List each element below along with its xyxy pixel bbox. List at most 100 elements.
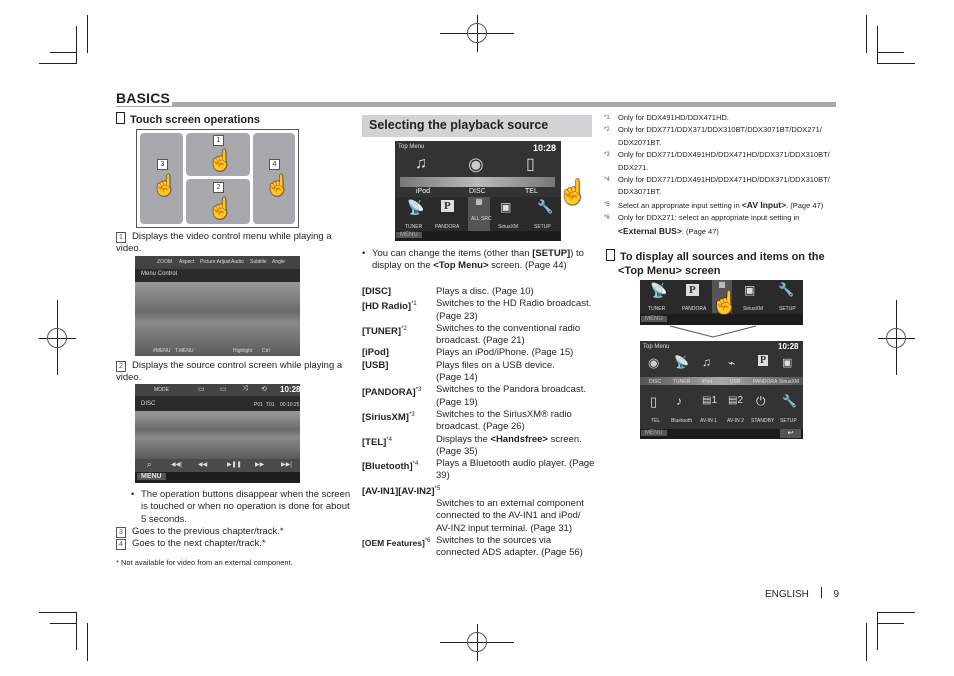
definition-bluetooth: [Bluetooth]*4 Plays a Bluetooth audio pla… — [362, 458, 595, 482]
siriusxm-icon[interactable]: ▣ — [744, 283, 755, 297]
setup-icon[interactable]: 🔧 — [782, 394, 797, 408]
crop-mark — [877, 612, 915, 613]
crop-mark — [877, 63, 915, 64]
playback-note: • You can change the items (other than [S… — [362, 248, 584, 272]
rewind-icon[interactable]: ◀◀ — [198, 461, 207, 468]
all-sources-icon[interactable]: ▦ — [468, 197, 490, 231]
footnote: *1 Only for DDX491HD/DDX471HD. — [604, 113, 729, 122]
crop-mark — [39, 612, 77, 613]
hand-pointer-icon: ☝ — [711, 290, 739, 315]
tuner-icon[interactable]: 📡 — [674, 355, 689, 369]
source-definitions: [DISC] Plays a disc. (Page 10) [HD Radio]… — [362, 286, 597, 560]
touch-zone-1[interactable]: 1 ☝ — [186, 133, 250, 176]
heading-bullet-icon — [116, 112, 125, 124]
touch-item-3: 3 Goes to the previous chapter/track.* — [116, 526, 346, 538]
ipod-source-icon[interactable]: ♫ — [415, 155, 427, 173]
previous-track-icon[interactable]: ◀◀| — [171, 461, 182, 468]
bluetooth-icon[interactable]: ♪ — [676, 394, 682, 408]
touch-zone-4[interactable]: 4 ☝ — [253, 133, 295, 224]
down-arrow-icon — [669, 325, 757, 338]
footnote: *3 Only for DDX771/DDX491HD/DDX471HD/DDX3… — [604, 150, 830, 172]
crop-mark — [76, 26, 77, 64]
fast-forward-icon[interactable]: ▶▶ — [255, 461, 264, 468]
setup-icon[interactable]: 🔧 — [537, 199, 553, 215]
tel-icon[interactable]: ▯ — [650, 394, 657, 410]
model-footnotes: *1 Only for DDX491HD/DDX471HD. *2 Only for… — [604, 112, 836, 238]
definition-tel: [TEL]*4 Displays the <Handsfree> screen. … — [362, 433, 582, 457]
heading-bullet-icon — [606, 249, 615, 261]
next-track-icon[interactable]: ▶▶| — [281, 461, 292, 468]
menu-button[interactable]: MENU — [137, 473, 166, 480]
page-number: 9 — [833, 589, 840, 600]
crop-mark — [87, 623, 88, 661]
return-arrow-icon[interactable]: ↩ — [780, 429, 801, 438]
crop-mark — [50, 623, 77, 624]
touch-item-2: 2 Displays the source control screen whil… — [116, 360, 343, 384]
ipod-icon[interactable]: ♫ — [702, 355, 711, 369]
usb-icon[interactable]: ⌁ — [728, 356, 735, 370]
siriusxm-icon[interactable]: ▣ — [782, 356, 792, 369]
page-footer: ENGLISH 9 — [765, 587, 839, 600]
pandora-icon[interactable]: P — [441, 200, 454, 212]
top-menu-screenshot: Top Menu 10:28 ♫ ◉ ▯ iPod DISC TEL 📡 P ▦… — [395, 141, 561, 241]
tuner-icon[interactable]: 📡 — [407, 199, 424, 216]
all-sources-heading: To display all sources and items on the … — [606, 249, 848, 278]
footnote: *6 Only for DDX271: select an appropriate… — [604, 213, 800, 236]
source-control-screenshot: MODE ▭ ▭ ⤨ ⟲ 10:28 DISC P01 T01 00:10:25… — [135, 384, 300, 483]
siriusxm-icon[interactable]: ▣ — [500, 200, 511, 214]
playback-heading: Selecting the playback source — [369, 118, 549, 132]
touch-zone-2[interactable]: 2 ☝ — [186, 179, 250, 224]
footnote: *4 Only for DDX771/DDX491HD/DDX471HD/DDX3… — [604, 175, 830, 197]
section-title: BASICS — [116, 90, 173, 106]
crop-mark — [50, 52, 77, 53]
touch-zones-diagram: 3 ☝ 1 ☝ 2 ☝ 4 ☝ — [136, 129, 299, 228]
crop-mark — [866, 15, 867, 53]
definition-siriusxm: [SiriusXM]*3 Switches to the SiriusXM® ra… — [362, 408, 572, 433]
av-in-2-icon[interactable]: ▤2 — [728, 395, 743, 406]
hand-pointer-icon: ☝ — [152, 175, 177, 197]
menu-button[interactable]: MENU — [641, 316, 667, 322]
touch-note: • The operation buttons disappear when th… — [131, 489, 351, 525]
play-pause-icon[interactable]: ▶❚❚ — [227, 461, 242, 468]
pandora-icon[interactable]: P — [758, 355, 769, 366]
definition-tuner: [TUNER]*2 Switches to the conventional ra… — [362, 322, 581, 347]
crop-mark — [39, 63, 77, 64]
definition-av-in: [AV-IN1][AV-IN2]*5 Switches to an extern… — [362, 485, 584, 534]
footnote: *2 Only for DDX771/DDX371/DDX310BT/DDX307… — [604, 125, 822, 147]
hand-pointer-icon: ☝ — [265, 175, 290, 197]
definition-ipod: [iPod] Plays an iPod/iPhone. (Page 15) — [362, 347, 574, 359]
touch-heading: Touch screen operations — [116, 112, 260, 127]
definition-pandora: [PANDORA]*3 Switches to the Pandora broad… — [362, 384, 586, 408]
crop-mark — [877, 52, 904, 53]
crop-mark — [877, 26, 878, 64]
section-rule — [116, 102, 836, 107]
repeat-icon: ⟲ — [261, 386, 267, 393]
footnote: *5 Select an appropriate input setting in… — [604, 199, 824, 210]
disc-source-icon[interactable]: ◉ — [468, 154, 484, 175]
footer-language: ENGLISH — [765, 589, 809, 600]
folder-up-icon: ▭ — [220, 386, 227, 393]
touch-item-4: 4 Goes to the next chapter/track.* — [116, 538, 346, 550]
av-in-1-icon[interactable]: ▤1 — [702, 395, 717, 406]
tel-source-icon[interactable]: ▯ — [526, 154, 535, 174]
setup-icon[interactable]: 🔧 — [778, 282, 794, 298]
definition-usb: [USB] Plays files on a USB device. (Page … — [362, 359, 555, 384]
video-menu-screenshot: ZOOM Aspect Picture Adjust Audio Subtitl… — [135, 256, 300, 356]
hand-pointer-icon: ☝ — [208, 150, 233, 172]
standby-icon[interactable]: ⏻ — [756, 394, 766, 409]
disc-icon[interactable]: ◉ — [648, 355, 659, 371]
menu-button[interactable]: MENU — [641, 430, 667, 436]
shuffle-icon: ⤨ — [242, 385, 248, 392]
touch-footnote: * Not available for video from an extern… — [116, 558, 293, 567]
crop-mark — [877, 623, 904, 624]
full-top-menu-screenshot: Top Menu 10:28 ◉ 📡 ♫ ⌁ P ▣ DISC TUNER iP… — [640, 341, 803, 439]
hand-pointer-icon: ☝ — [558, 179, 588, 206]
hand-pointer-icon: ☝ — [208, 198, 233, 220]
crop-mark — [76, 612, 77, 650]
search-icon[interactable]: ⌕ — [147, 460, 151, 470]
tuner-icon[interactable]: 📡 — [650, 282, 667, 299]
pandora-icon[interactable]: P — [686, 284, 699, 296]
menu-button[interactable]: MENU — [396, 232, 422, 238]
touch-zone-3[interactable]: 3 ☝ — [140, 133, 183, 224]
definition-disc: [DISC] Plays a disc. (Page 10) — [362, 286, 534, 297]
